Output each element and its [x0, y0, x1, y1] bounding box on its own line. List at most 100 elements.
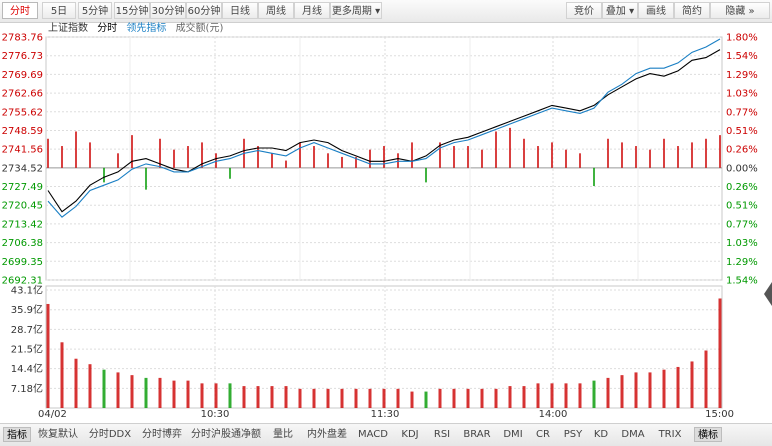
- price-lines: [47, 38, 721, 218]
- change-bar: [677, 146, 679, 168]
- volume-bar: [284, 386, 288, 408]
- change-bar: [145, 167, 147, 190]
- tab-ddx[interactable]: 分时DDX: [86, 427, 134, 442]
- tab-trix[interactable]: TRIX: [654, 427, 686, 442]
- volume-bar: [270, 386, 274, 408]
- change-bar: [383, 146, 385, 168]
- tab-rsi[interactable]: RSI: [428, 427, 456, 442]
- change-bar: [635, 146, 637, 168]
- indicator-tabs-bar: 指标 恢复默认 分时DDX 分时博弈 分时沪股通净额 量比 内外盘差 MACD …: [0, 423, 772, 446]
- grid: [45, 36, 723, 409]
- tab-inner-outer[interactable]: 内外盘差: [302, 427, 352, 442]
- volume-bar: [102, 369, 106, 408]
- pct-tick-label: 0.00%: [726, 163, 758, 174]
- change-bar: [523, 138, 525, 168]
- price-tick-label: 2699.35: [2, 257, 43, 268]
- tab-cr[interactable]: CR: [532, 427, 554, 442]
- pct-tick-label: 0.26%: [726, 182, 758, 193]
- volume-bar: [592, 380, 596, 408]
- volume-bar: [662, 369, 666, 408]
- time-axis-label: 11:30: [371, 409, 400, 420]
- intraday-chart[interactable]: 2783.76 2776.73 2769.69 2762.66 2755.62 2748.…: [0, 0, 772, 423]
- tab-volume-ratio[interactable]: 量比: [268, 427, 298, 442]
- pct-tick-label: 1.54%: [726, 276, 758, 287]
- pct-tick-label: 0.77%: [726, 219, 758, 230]
- tab-kd[interactable]: KD: [590, 427, 612, 442]
- volume-bar: [60, 342, 64, 408]
- change-bar: [411, 142, 413, 168]
- change-bar: [565, 149, 567, 168]
- tab-game[interactable]: 分时博弈: [138, 427, 186, 442]
- volume-bar: [704, 350, 708, 408]
- volume-bar: [340, 388, 344, 408]
- volume-bar: [172, 380, 176, 408]
- time-axis-label: 14:00: [539, 409, 568, 420]
- tab-dma[interactable]: DMA: [618, 427, 648, 442]
- volume-bars: [46, 298, 722, 408]
- change-bar: [705, 138, 707, 168]
- pct-tick-label: 1.29%: [726, 257, 758, 268]
- pct-tick-label: 1.03%: [726, 238, 758, 249]
- time-axis-label: 15:00: [705, 409, 734, 420]
- change-bar: [369, 149, 371, 168]
- tab-dmi[interactable]: DMI: [500, 427, 526, 442]
- tab-brar[interactable]: BRAR: [460, 427, 494, 442]
- volume-bar: [298, 388, 302, 408]
- change-bar: [397, 153, 399, 168]
- change-bar: [341, 156, 343, 168]
- volume-bar: [494, 388, 498, 408]
- axis-labels: 2783.76 2776.73 2769.69 2762.66 2755.62 2748.…: [2, 33, 758, 421]
- change-bar: [691, 142, 693, 168]
- tab-indicator[interactable]: 指标: [3, 427, 31, 442]
- tab-restore-default[interactable]: 恢复默认: [34, 427, 82, 442]
- change-bar: [663, 138, 665, 168]
- time-axis-label: 04/02: [38, 409, 67, 420]
- pct-tick-label: 1.29%: [726, 70, 758, 81]
- tab-northbound[interactable]: 分时沪股通净额: [190, 427, 262, 442]
- volume-bar: [508, 386, 512, 408]
- change-bar: [47, 138, 49, 168]
- change-bar: [229, 167, 231, 179]
- pct-tick-label: 0.51%: [726, 201, 758, 212]
- volume-bar: [396, 388, 400, 408]
- change-bar: [481, 149, 483, 168]
- change-bar: [173, 149, 175, 168]
- volume-bar: [564, 383, 568, 408]
- volume-bar: [466, 388, 470, 408]
- tab-kdj[interactable]: KDJ: [396, 427, 424, 442]
- change-bar: [61, 146, 63, 168]
- price-tick-label: 2748.59: [2, 126, 43, 137]
- volume-bar: [116, 372, 120, 408]
- volume-bar: [354, 388, 358, 408]
- volume-bar: [158, 377, 162, 408]
- change-bar: [551, 142, 553, 168]
- change-bar: [621, 142, 623, 168]
- volume-bar: [256, 386, 260, 408]
- price-tick-label: 2762.66: [2, 89, 43, 100]
- volume-bar: [522, 386, 526, 408]
- change-bar: [299, 142, 301, 168]
- price-tick-label: 2769.69: [2, 70, 43, 81]
- volume-bar: [312, 388, 316, 408]
- volume-bar: [648, 372, 652, 408]
- pct-tick-label: 0.51%: [726, 126, 758, 137]
- change-bar: [509, 127, 511, 168]
- pct-tick-label: 0.77%: [726, 107, 758, 118]
- change-bar: [453, 146, 455, 168]
- change-bar: [327, 153, 329, 168]
- volume-bar: [718, 298, 722, 408]
- tab-psy[interactable]: PSY: [560, 427, 586, 442]
- tab-macd[interactable]: MACD: [356, 427, 390, 442]
- change-bar: [719, 135, 721, 168]
- volume-bar: [242, 386, 246, 408]
- change-bar: [271, 153, 273, 168]
- change-bar: [285, 160, 287, 168]
- tab-horizontal[interactable]: 横标: [694, 427, 722, 442]
- change-bar: [537, 146, 539, 168]
- change-bars: [47, 127, 721, 190]
- volume-tick-label: 21.5亿: [11, 343, 43, 356]
- volume-tick-label: 28.7亿: [11, 323, 43, 336]
- change-bar: [257, 146, 259, 168]
- price-tick-label: 2783.76: [2, 33, 43, 44]
- volume-bar: [480, 388, 484, 408]
